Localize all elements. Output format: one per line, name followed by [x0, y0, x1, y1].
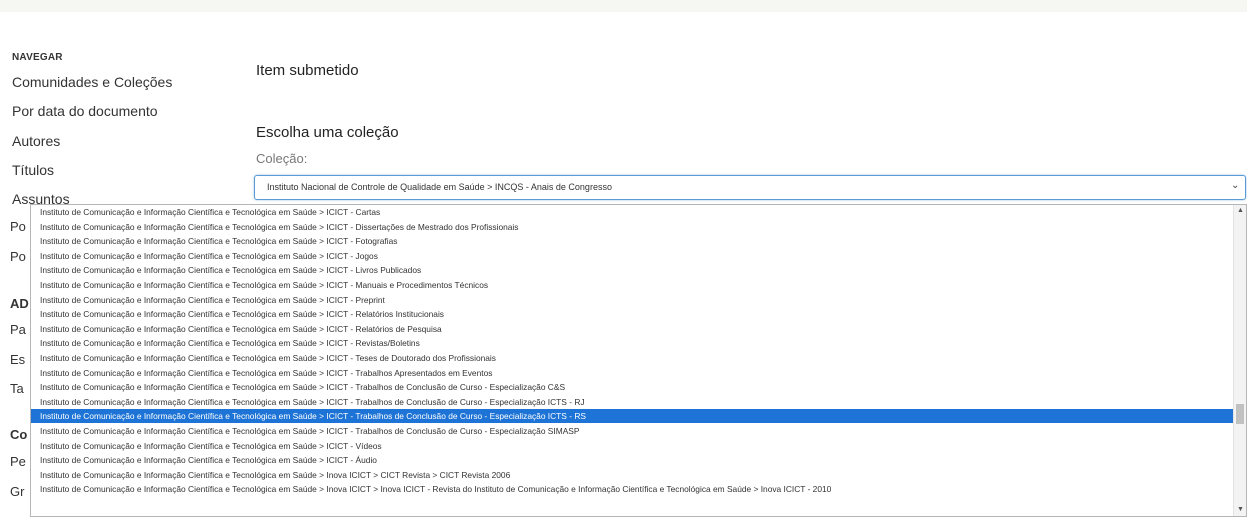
dropdown-option[interactable]: Instituto de Comunicação e Informação Ci…: [31, 263, 1234, 277]
dropdown-option[interactable]: Instituto de Comunicação e Informação Ci…: [31, 205, 1234, 219]
dropdown-option[interactable]: Instituto de Comunicação e Informação Ci…: [31, 322, 1234, 336]
dropdown-option[interactable]: Instituto de Comunicação e Informação Ci…: [31, 307, 1234, 321]
nav-link-communities[interactable]: Comunidades e Coleções: [12, 74, 172, 90]
dropdown-option[interactable]: Instituto de Comunicação e Informação Ci…: [31, 278, 1234, 292]
sidebar-partial-link[interactable]: Pe: [10, 454, 26, 469]
nav-link-by-date[interactable]: Por data do documento: [12, 103, 158, 119]
sidebar-partial-link[interactable]: Po: [10, 249, 26, 264]
page-title: Item submetido: [256, 62, 359, 79]
section-title: Escolha uma coleção: [256, 124, 399, 141]
dropdown-option[interactable]: Instituto de Comunicação e Informação Ci…: [31, 380, 1234, 394]
dropdown-option[interactable]: Instituto de Comunicação e Informação Ci…: [31, 366, 1234, 380]
nav-link-titles[interactable]: Títulos: [12, 162, 54, 178]
dropdown-option[interactable]: Instituto de Comunicação e Informação Ci…: [31, 249, 1234, 263]
sidebar-partial-link[interactable]: Ta: [10, 381, 24, 396]
sidebar-partial-heading: AD: [10, 296, 29, 311]
dropdown-option[interactable]: Instituto de Comunicação e Informação Ci…: [31, 468, 1234, 482]
dropdown-option[interactable]: Instituto de Comunicação e Informação Ci…: [31, 439, 1234, 453]
dropdown-option[interactable]: Instituto de Comunicação e Informação Ci…: [31, 234, 1234, 248]
dropdown-option[interactable]: Instituto de Comunicação e Informação Ci…: [31, 424, 1234, 438]
scroll-thumb[interactable]: [1236, 404, 1244, 424]
collection-field-label: Coleção:: [256, 151, 308, 166]
collection-dropdown-list[interactable]: Instituto de Comunicação e Informação Ci…: [30, 204, 1247, 517]
collection-select[interactable]: Instituto Nacional de Controle de Qualid…: [254, 175, 1246, 200]
sidebar-partial-link[interactable]: Po: [10, 219, 26, 234]
dropdown-option[interactable]: Instituto de Comunicação e Informação Ci…: [31, 482, 1234, 496]
dropdown-option[interactable]: Instituto de Comunicação e Informação Ci…: [31, 293, 1234, 307]
dropdown-option[interactable]: Instituto de Comunicação e Informação Ci…: [31, 453, 1234, 467]
scroll-up-icon[interactable]: ▲: [1237, 207, 1244, 215]
sidebar-partial-link[interactable]: Pa: [10, 322, 26, 337]
dropdown-scrollbar[interactable]: ▲ ▼: [1233, 205, 1246, 516]
sidebar-partial-heading: Co: [10, 427, 28, 442]
app-window: NAVEGAR Comunidades e Coleções Por data …: [0, 0, 1247, 517]
collection-select-value: Instituto Nacional de Controle de Qualid…: [267, 182, 612, 192]
dropdown-option[interactable]: Instituto de Comunicação e Informação Ci…: [31, 395, 1234, 409]
dropdown-option[interactable]: Instituto de Comunicação e Informação Ci…: [31, 220, 1234, 234]
scroll-down-icon[interactable]: ▼: [1237, 506, 1244, 514]
dropdown-option[interactable]: Instituto de Comunicação e Informação Ci…: [31, 336, 1234, 350]
sidebar-partial-link[interactable]: Gr: [10, 484, 24, 499]
nav-link-authors[interactable]: Autores: [12, 133, 60, 149]
chevron-down-icon[interactable]: ⌄: [1231, 180, 1241, 192]
dropdown-option-selected[interactable]: Instituto de Comunicação e Informação Ci…: [31, 409, 1234, 424]
nav-heading: NAVEGAR: [12, 52, 63, 63]
dropdown-option[interactable]: Instituto de Comunicação e Informação Ci…: [31, 351, 1234, 365]
sidebar-partial-link[interactable]: Es: [10, 352, 25, 367]
